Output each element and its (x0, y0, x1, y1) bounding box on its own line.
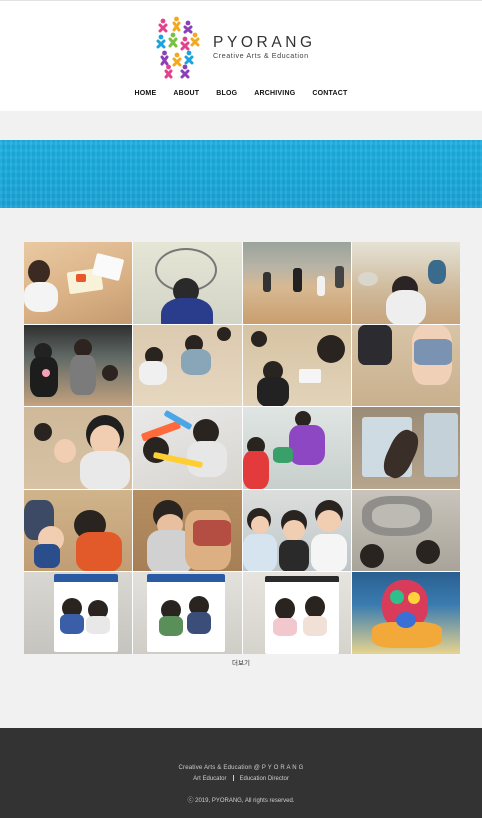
gallery-photo[interactable] (351, 489, 460, 572)
gallery-photo[interactable] (133, 489, 242, 572)
gallery-photo[interactable] (351, 242, 460, 324)
site-logo[interactable]: PYORANG Creative Arts & Education (152, 15, 327, 83)
nav-archiving[interactable]: ARCHIVING (254, 90, 295, 97)
site-header: PYORANG Creative Arts & Education HOME A… (0, 0, 482, 111)
logo-figures-icon (152, 15, 204, 83)
gallery-photo[interactable] (133, 407, 242, 489)
site-footer: Creative Arts & Education @ P Y O R A N … (0, 728, 482, 818)
brand-name: PYORANG (213, 33, 316, 51)
gallery-photo[interactable] (242, 242, 351, 324)
nav-home[interactable]: HOME (135, 90, 157, 97)
main-nav: HOME ABOUT BLOG ARCHIVING CONTACT (0, 90, 482, 97)
gallery-photo[interactable] (351, 572, 460, 654)
hero-banner (0, 140, 482, 208)
gallery-photo[interactable] (351, 407, 460, 489)
gallery-photo[interactable] (351, 324, 460, 407)
footer-role-director: Education Director (239, 776, 289, 782)
gallery-photo[interactable] (133, 324, 242, 407)
gallery-photo[interactable] (242, 324, 351, 407)
footer-divider (232, 775, 234, 781)
nav-about[interactable]: ABOUT (173, 90, 199, 97)
gallery-photo[interactable] (24, 572, 133, 654)
footer-brand-line: Creative Arts & Education @ P Y O R A N … (178, 765, 304, 771)
gallery-photo[interactable] (242, 407, 351, 489)
footer-copyright: ⓒ 2019, PYORANG, All rights reserved. (187, 798, 295, 804)
gallery-photo[interactable] (133, 572, 242, 654)
gallery-photo[interactable] (24, 489, 133, 572)
gallery-photo[interactable] (133, 242, 242, 324)
gallery-photo[interactable] (242, 572, 351, 654)
gallery-photo[interactable] (24, 242, 133, 324)
more-link[interactable]: 더보기 (0, 657, 482, 667)
photo-gallery (24, 242, 460, 654)
nav-blog[interactable]: BLOG (216, 90, 237, 97)
gallery-photo[interactable] (242, 489, 351, 572)
brand-tagline: Creative Arts & Education (213, 50, 309, 60)
gallery-photo[interactable] (24, 324, 133, 407)
gallery-photo[interactable] (24, 407, 133, 489)
nav-contact[interactable]: CONTACT (312, 90, 347, 97)
footer-role-educator: Art Educator (193, 776, 227, 782)
logo-text: PYORANG Creative Arts & Education (213, 34, 316, 61)
footer-roles: Art Educator Education Director (0, 775, 482, 782)
